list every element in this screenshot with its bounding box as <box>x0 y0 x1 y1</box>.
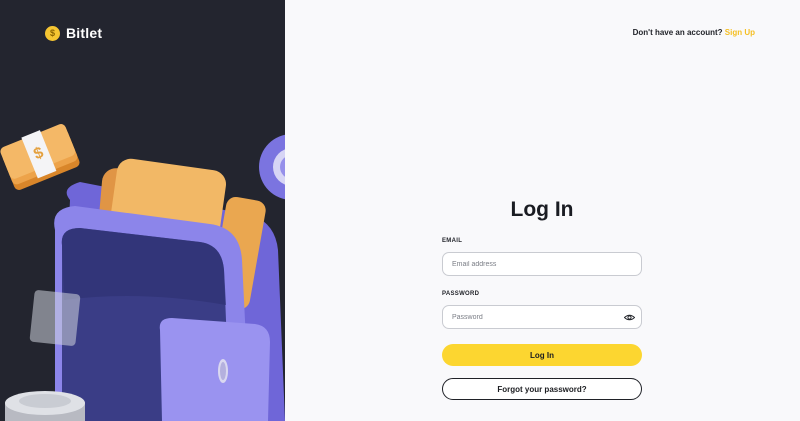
password-field[interactable] <box>443 306 641 328</box>
eye-icon[interactable] <box>624 312 635 323</box>
illustration-panel: $ Bitlet $ <box>0 0 285 421</box>
email-field-wrapper <box>442 252 642 276</box>
password-field-wrapper <box>442 305 642 329</box>
signup-prompt-text: Don't have an account? <box>632 28 723 37</box>
email-label: EMAIL <box>442 238 463 244</box>
page-title: Log In <box>510 198 574 221</box>
signup-prompt: Don't have an account? Sign Up <box>633 28 755 37</box>
money-stack-image: $ <box>0 124 80 190</box>
brand: $ Bitlet <box>45 25 102 41</box>
forgot-password-button[interactable]: Forgot your password? <box>442 378 642 400</box>
coin-stack-image <box>5 391 85 421</box>
brand-name: Bitlet <box>66 25 103 41</box>
login-button[interactable]: Log In <box>442 344 642 366</box>
signup-link[interactable]: Sign Up <box>725 28 755 37</box>
password-label: PASSWORD <box>442 291 480 297</box>
login-form: Log In EMAIL PASSWORD Log In Forgot your… <box>442 198 642 400</box>
coin-icon: $ <box>45 25 60 41</box>
wallet-illustration: $ <box>0 124 285 421</box>
coin-image <box>259 134 285 200</box>
email-field[interactable] <box>443 253 641 275</box>
